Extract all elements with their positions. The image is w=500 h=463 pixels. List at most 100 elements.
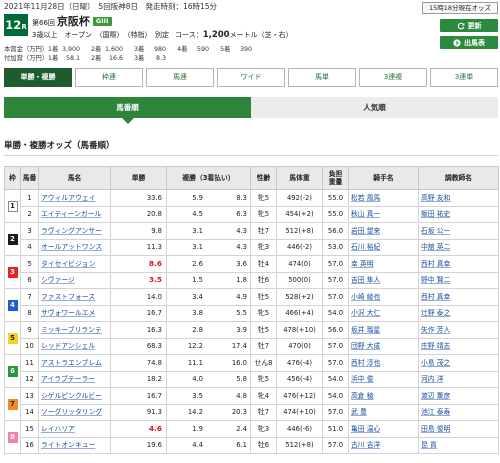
jockey-link[interactable]: 小沢 大仁	[351, 309, 380, 317]
place-odds-cell: 3.1 4.3	[166, 222, 251, 240]
jockey-link[interactable]: 岩田 望来	[351, 227, 380, 235]
tab-wide[interactable]: ワイド	[217, 68, 285, 87]
horse-weight: 456(-4)	[276, 370, 323, 388]
tab-trifecta[interactable]: 3連単	[430, 68, 498, 87]
trainer-link[interactable]: 高野 友和	[421, 194, 450, 202]
horse-name-link[interactable]: エイティーンガール	[41, 210, 101, 218]
win-odds: 9.8	[151, 226, 162, 235]
jockey-link[interactable]: 亀田 温心	[351, 425, 380, 433]
jockey-link[interactable]: 高倉 稜	[351, 392, 374, 400]
jockey-link[interactable]: 坂井 瑠星	[351, 326, 380, 334]
section-title: 単勝・複勝オッズ（馬番順）	[4, 139, 498, 156]
horse-number: 14	[20, 403, 39, 421]
win-odds-cell: 20.8	[110, 205, 167, 223]
trainer-link[interactable]: 小島 茂之	[421, 359, 450, 367]
jockey-link[interactable]: 団野 大成	[351, 342, 380, 350]
trainer-cell: 河内 洋	[418, 370, 499, 388]
jockey-link[interactable]: 秋山 真一	[351, 210, 380, 218]
jockey-link[interactable]: 西村 淳也	[351, 359, 380, 367]
place-odds-max: 4.8	[236, 391, 247, 400]
horse-name-link[interactable]: シゲルピンクルビー	[41, 392, 102, 400]
horse-name-link[interactable]: タイセイビジョン	[41, 260, 95, 268]
jockey-link[interactable]: 小崎 綾也	[351, 293, 380, 301]
jockey-link[interactable]: 浜中 俊	[351, 375, 374, 383]
horse-name-link[interactable]: ファストフォース	[41, 293, 95, 301]
tab-trio[interactable]: 3連複	[359, 68, 427, 87]
place-odds-min: 11.1	[187, 358, 203, 367]
trainer-link[interactable]: 庄野 靖志	[421, 342, 450, 350]
trainer-link[interactable]: 河内 洋	[421, 375, 444, 383]
trainer-link[interactable]: 野中 賢二	[421, 276, 450, 284]
horse-name-link[interactable]: ライトオンキュー	[41, 441, 95, 449]
col-burden-line1: 負担	[328, 169, 343, 178]
place-odds-max: 4.3	[236, 226, 247, 235]
sex-age: 牡4	[250, 255, 277, 273]
horse-name-link[interactable]: レイハリア	[41, 425, 75, 433]
horse-name-cell: ソーグリッタリング	[38, 403, 111, 421]
refresh-button[interactable]: 更新	[440, 19, 498, 32]
horse-name-link[interactable]: アウィルアウェイ	[41, 194, 95, 202]
win-odds: 33.6	[146, 193, 162, 202]
trainer-link[interactable]: 西村 真幸	[421, 260, 450, 268]
jockey-link[interactable]: 吉田 隼人	[351, 276, 380, 284]
trainer-link[interactable]: 飯田 祐史	[421, 210, 450, 218]
trainer-link[interactable]: 昆 貢	[421, 441, 437, 449]
tab-sort-by-number[interactable]: 馬番順	[4, 97, 251, 124]
trainer-link[interactable]: 矢作 芳人	[421, 326, 450, 334]
horse-number: 10	[20, 337, 39, 355]
prize-amount: 390	[240, 46, 253, 53]
jockey-cell: 古川 吉洋	[348, 436, 419, 454]
win-odds-cell: 18.2	[110, 370, 167, 388]
frame-cell: 4	[4, 288, 21, 322]
burden-weight: 57.0	[322, 403, 349, 421]
horse-name-link[interactable]: オールアットワンス	[41, 243, 102, 251]
tab-quinella[interactable]: 馬連	[146, 68, 214, 87]
win-odds: 91.3	[146, 408, 162, 417]
horse-name-cell: アストラエンブレム	[38, 354, 111, 372]
horse-name-link[interactable]: アストラエンブレム	[41, 359, 102, 367]
trainer-cell: 池江 泰寿	[418, 403, 499, 421]
col-trainer: 調教師名	[418, 166, 499, 190]
jockey-link[interactable]: 石川 裕紀	[351, 243, 380, 251]
jockey-link[interactable]: 武 豊	[351, 408, 367, 416]
trainer-link[interactable]: 中舘 英二	[421, 243, 450, 251]
jockey-cell: 松若 風馬	[348, 189, 419, 207]
jockey-link[interactable]: 松若 風馬	[351, 194, 380, 202]
horse-name-link[interactable]: レッドアンシェル	[41, 342, 95, 350]
trainer-link[interactable]: 渡辺 薫彦	[421, 392, 450, 400]
trainer-link[interactable]: 西村 真幸	[421, 293, 450, 301]
entries-button[interactable]: 出馬表	[440, 36, 498, 49]
horse-name-link[interactable]: ソーグリッタリング	[41, 408, 102, 416]
place-odds-max: 4.9	[236, 292, 247, 301]
prize-amount: 8.3	[156, 54, 167, 62]
horse-name-link[interactable]: シヴァージ	[41, 276, 75, 284]
place-odds-cell: 14.2 20.3	[166, 403, 251, 421]
tab-bracket-quinella[interactable]: 枠連	[75, 68, 143, 87]
jockey-link[interactable]: 幸 英明	[351, 260, 374, 268]
race-conditions: 3歳以上 オープン （国際） （特指） 別定 コース：1,200メートル（芝・右）	[32, 30, 293, 40]
prize-amount: 1,600	[105, 46, 124, 53]
trainer-link[interactable]: 池江 泰寿	[421, 408, 450, 416]
trainer-link[interactable]: 辻野 泰之	[421, 309, 450, 317]
tab-win-place[interactable]: 単勝・複勝	[4, 68, 72, 87]
trainer-cell: 小島 茂之	[418, 354, 499, 372]
race-number: 12	[5, 18, 22, 32]
horse-name-link[interactable]: ミッキーブリランテ	[41, 326, 102, 334]
jockey-link[interactable]: 古川 吉洋	[351, 441, 380, 449]
trainer-link[interactable]: 田島 俊明	[421, 425, 450, 433]
trainer-link[interactable]: 石坂 公一	[421, 227, 450, 235]
horse-name-link[interactable]: アイラブテーラー	[41, 375, 95, 383]
horse-name-link[interactable]: サヴォワールエメ	[41, 309, 95, 317]
place-odds-cell: 11.1 16.0	[166, 354, 251, 372]
tab-sort-by-popularity[interactable]: 人気順	[251, 97, 498, 118]
win-odds-cell: 11.3	[110, 238, 167, 256]
horse-name-link[interactable]: ラヴィングアンサー	[41, 227, 102, 235]
sex-age: 牡7	[250, 403, 277, 421]
col-frame: 枠	[4, 166, 21, 190]
win-odds-cell: 4.6	[110, 420, 167, 438]
place-odds-cell: 4.0 5.8	[166, 370, 251, 388]
course-distance: 1,200	[202, 30, 230, 40]
tab-exacta[interactable]: 馬単	[288, 68, 356, 87]
grade-badge: GIII	[92, 17, 112, 26]
place-odds-min: 3.1	[192, 226, 203, 235]
